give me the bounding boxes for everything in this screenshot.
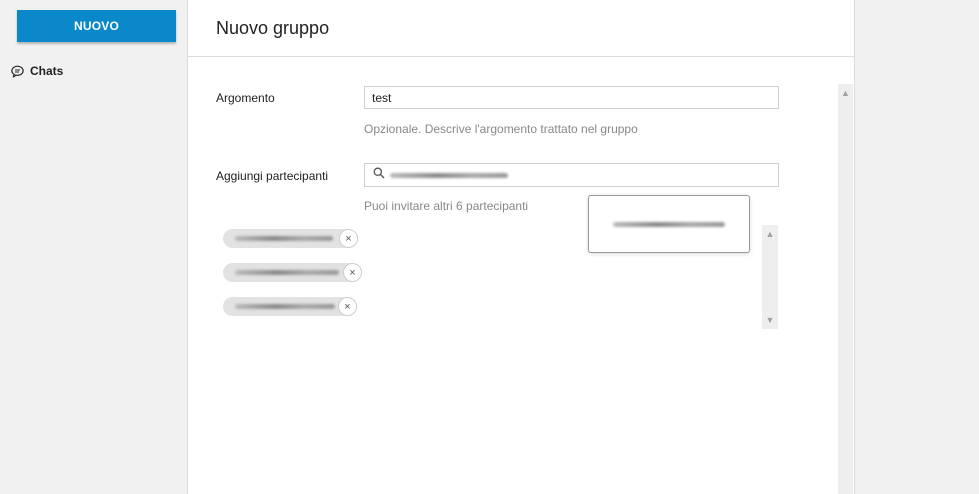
participant-name-redacted (235, 304, 335, 309)
suggestion-popup[interactable] (588, 195, 750, 253)
participant-name-redacted (235, 270, 339, 275)
sidebar: NUOVO Chats (0, 0, 188, 494)
chevron-down-icon[interactable]: ▼ (762, 313, 778, 327)
page-title: Nuovo gruppo (216, 17, 330, 38)
chat-bubble-icon (11, 65, 24, 78)
participant-chip: × (223, 229, 358, 248)
suggestion-item-redacted[interactable] (613, 221, 725, 227)
close-icon[interactable]: × (338, 297, 357, 316)
search-query-redacted (390, 173, 508, 178)
participant-chip: × (223, 263, 362, 282)
new-group-panel: Nuovo gruppo Argomento Opzionale. Descri… (188, 0, 855, 494)
participants-search-field[interactable] (364, 163, 779, 187)
search-icon (373, 166, 385, 184)
new-button[interactable]: NUOVO (17, 10, 176, 42)
topic-input[interactable] (364, 86, 779, 109)
sidebar-item-label: Chats (30, 64, 64, 78)
topic-hint: Opzionale. Descrive l'argomento trattato… (364, 122, 638, 136)
participant-name-redacted (235, 236, 333, 241)
participants-scrollbar[interactable]: ▲ ▼ (762, 225, 778, 329)
topic-label: Argomento (216, 91, 275, 105)
chevron-up-icon[interactable]: ▲ (838, 86, 853, 100)
sidebar-item-chats[interactable]: Chats (11, 64, 63, 78)
participant-chip: × (223, 297, 357, 316)
participants-label: Aggiungi partecipanti (216, 169, 329, 183)
close-icon[interactable]: × (339, 229, 358, 248)
chevron-up-icon[interactable]: ▲ (762, 227, 778, 241)
panel-header: Nuovo gruppo (188, 0, 854, 57)
close-icon[interactable]: × (343, 263, 362, 282)
participants-hint: Puoi invitare altri 6 partecipanti (364, 199, 529, 213)
main-scrollbar[interactable]: ▲ (838, 84, 853, 494)
